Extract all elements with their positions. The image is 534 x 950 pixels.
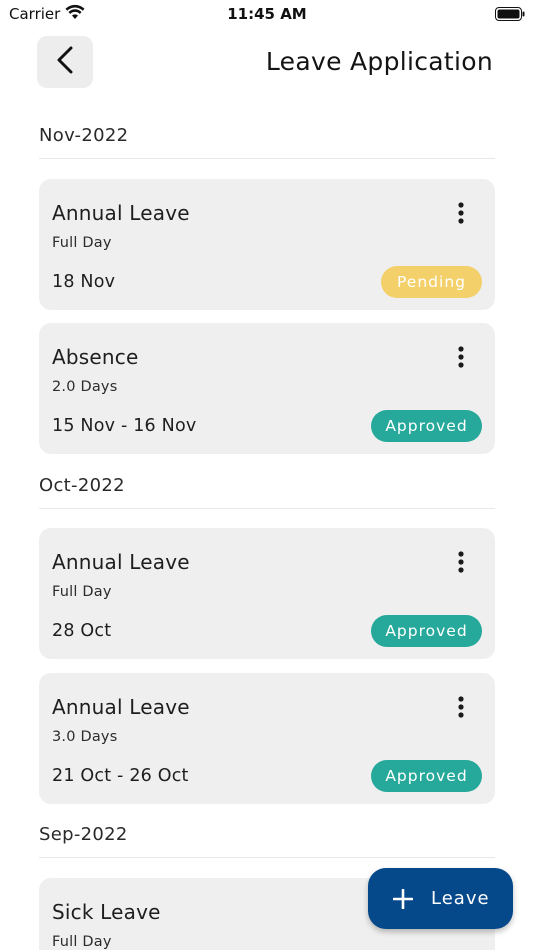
- leave-duration: Full Day: [52, 934, 112, 950]
- clock: 11:45 AM: [227, 5, 307, 23]
- month-header: Oct-2022: [39, 475, 125, 496]
- status-badge: Pending: [381, 266, 482, 298]
- leave-type: Annual Leave: [52, 550, 190, 574]
- back-button[interactable]: [37, 36, 93, 88]
- add-leave-button[interactable]: Leave: [368, 868, 513, 929]
- more-vertical-icon: [458, 202, 464, 224]
- leave-duration: 2.0 Days: [52, 379, 118, 395]
- more-options-button[interactable]: [449, 550, 473, 574]
- leave-type: Sick Leave: [52, 900, 161, 924]
- leave-type: Annual Leave: [52, 201, 190, 225]
- chevron-left-icon: [54, 45, 76, 79]
- divider: [39, 857, 495, 858]
- leave-dates: 15 Nov - 16 Nov: [52, 416, 197, 436]
- leave-type: Absence: [52, 345, 139, 369]
- divider: [39, 158, 495, 159]
- more-vertical-icon: [458, 551, 464, 573]
- leave-card[interactable]: Annual Leave Full Day 18 Nov Pending: [39, 179, 495, 310]
- battery-icon: [495, 6, 525, 25]
- more-options-button[interactable]: [449, 201, 473, 225]
- status-badge: Approved: [371, 760, 482, 792]
- more-vertical-icon: [458, 696, 464, 718]
- leave-dates: 18 Nov: [52, 272, 116, 292]
- month-header: Sep-2022: [39, 824, 128, 845]
- status-badge: Approved: [371, 615, 482, 647]
- status-badge: Approved: [371, 410, 482, 442]
- leave-duration: 3.0 Days: [52, 729, 118, 745]
- leave-card[interactable]: Absence 2.0 Days 15 Nov - 16 Nov Approve…: [39, 323, 495, 454]
- leave-card[interactable]: Annual Leave 3.0 Days 21 Oct - 26 Oct Ap…: [39, 673, 495, 804]
- leave-dates: 28 Oct: [52, 621, 112, 641]
- more-vertical-icon: [458, 346, 464, 368]
- more-options-button[interactable]: [449, 695, 473, 719]
- status-bar: Carrier 11:45 AM: [0, 0, 534, 28]
- add-leave-label: Leave: [431, 888, 490, 909]
- more-options-button[interactable]: [449, 345, 473, 369]
- month-header: Nov-2022: [39, 125, 129, 146]
- divider: [39, 508, 495, 509]
- leave-card[interactable]: Annual Leave Full Day 28 Oct Approved: [39, 528, 495, 659]
- plus-icon: [392, 888, 414, 909]
- leave-dates: 21 Oct - 26 Oct: [52, 766, 189, 786]
- leave-duration: Full Day: [52, 235, 112, 251]
- leave-type: Annual Leave: [52, 695, 190, 719]
- leave-duration: Full Day: [52, 584, 112, 600]
- page-title: Leave Application: [265, 47, 493, 76]
